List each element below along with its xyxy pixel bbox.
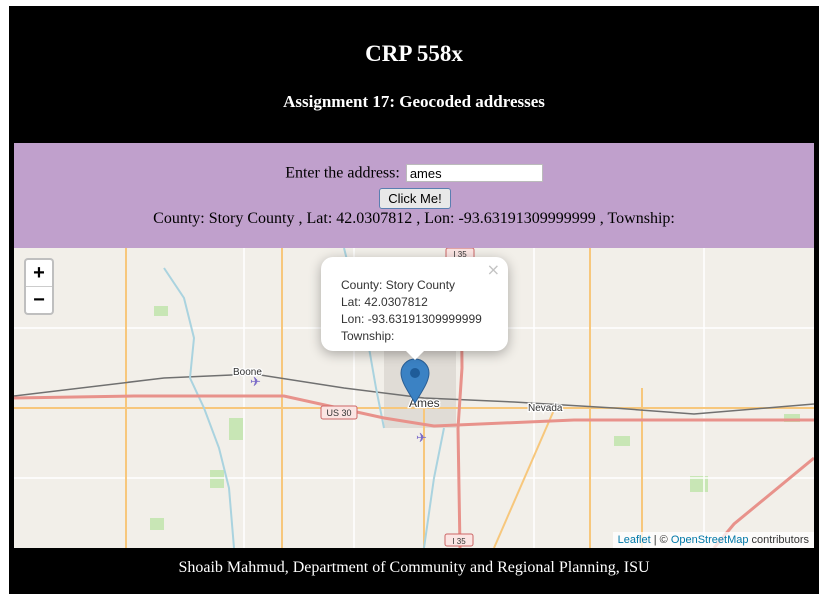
address-label: Enter the address: (285, 164, 400, 182)
geocode-result-text: County: Story County , Lat: 42.0307812 ,… (153, 210, 675, 227)
shield-i35-bottom: I 35 (444, 533, 474, 547)
page-subtitle: Assignment 17: Geocoded addresses (283, 92, 545, 111)
address-form-panel: Enter the address: Click Me! County: Sto… (14, 143, 814, 248)
zoom-in-button[interactable]: + (26, 260, 52, 287)
popup-county: County: Story County (341, 278, 456, 292)
map-view[interactable]: ✈ ✈ I 35 US 30 I 35 Boone Ames Nevada + … (14, 248, 814, 548)
shield-us30: US 30 (320, 405, 358, 420)
popup-tip (405, 350, 425, 360)
address-input[interactable] (405, 164, 543, 183)
openstreetmap-link[interactable]: OpenStreetMap (671, 534, 749, 546)
popup-lon: Lon: -93.63191309999999 (341, 312, 482, 326)
header: CRP 558x Assignment 17: Geocoded address… (9, 6, 819, 143)
airport-icon-ames: ✈ (416, 431, 427, 446)
zoom-out-button[interactable]: − (26, 287, 52, 313)
popup-lat: Lat: 42.0307812 (341, 295, 428, 309)
zoom-control: + − (24, 258, 54, 315)
place-label-nevada: Nevada (528, 403, 563, 414)
svg-text:US 30: US 30 (326, 408, 351, 418)
place-label-boone: Boone (233, 367, 262, 378)
svg-text:I 35: I 35 (452, 537, 466, 546)
location-popup: × County: Story County Lat: 42.0307812 L… (321, 257, 508, 351)
attribution-contributors: contributors (748, 534, 809, 546)
address-row: Enter the address: (14, 164, 814, 186)
page-frame: CRP 558x Assignment 17: Geocoded address… (9, 6, 819, 594)
leaflet-link[interactable]: Leaflet (618, 534, 651, 546)
popup-close-icon[interactable]: × (487, 260, 500, 279)
map-attribution: Leaflet | © OpenStreetMap contributors (612, 532, 814, 548)
attribution-separator: | © (650, 534, 671, 546)
page-title: CRP 558x (365, 41, 463, 66)
popup-township: Township: (341, 329, 395, 343)
footer-credit: Shoaib Mahmud, Department of Community a… (178, 559, 650, 576)
click-me-button[interactable]: Click Me! (379, 188, 451, 209)
